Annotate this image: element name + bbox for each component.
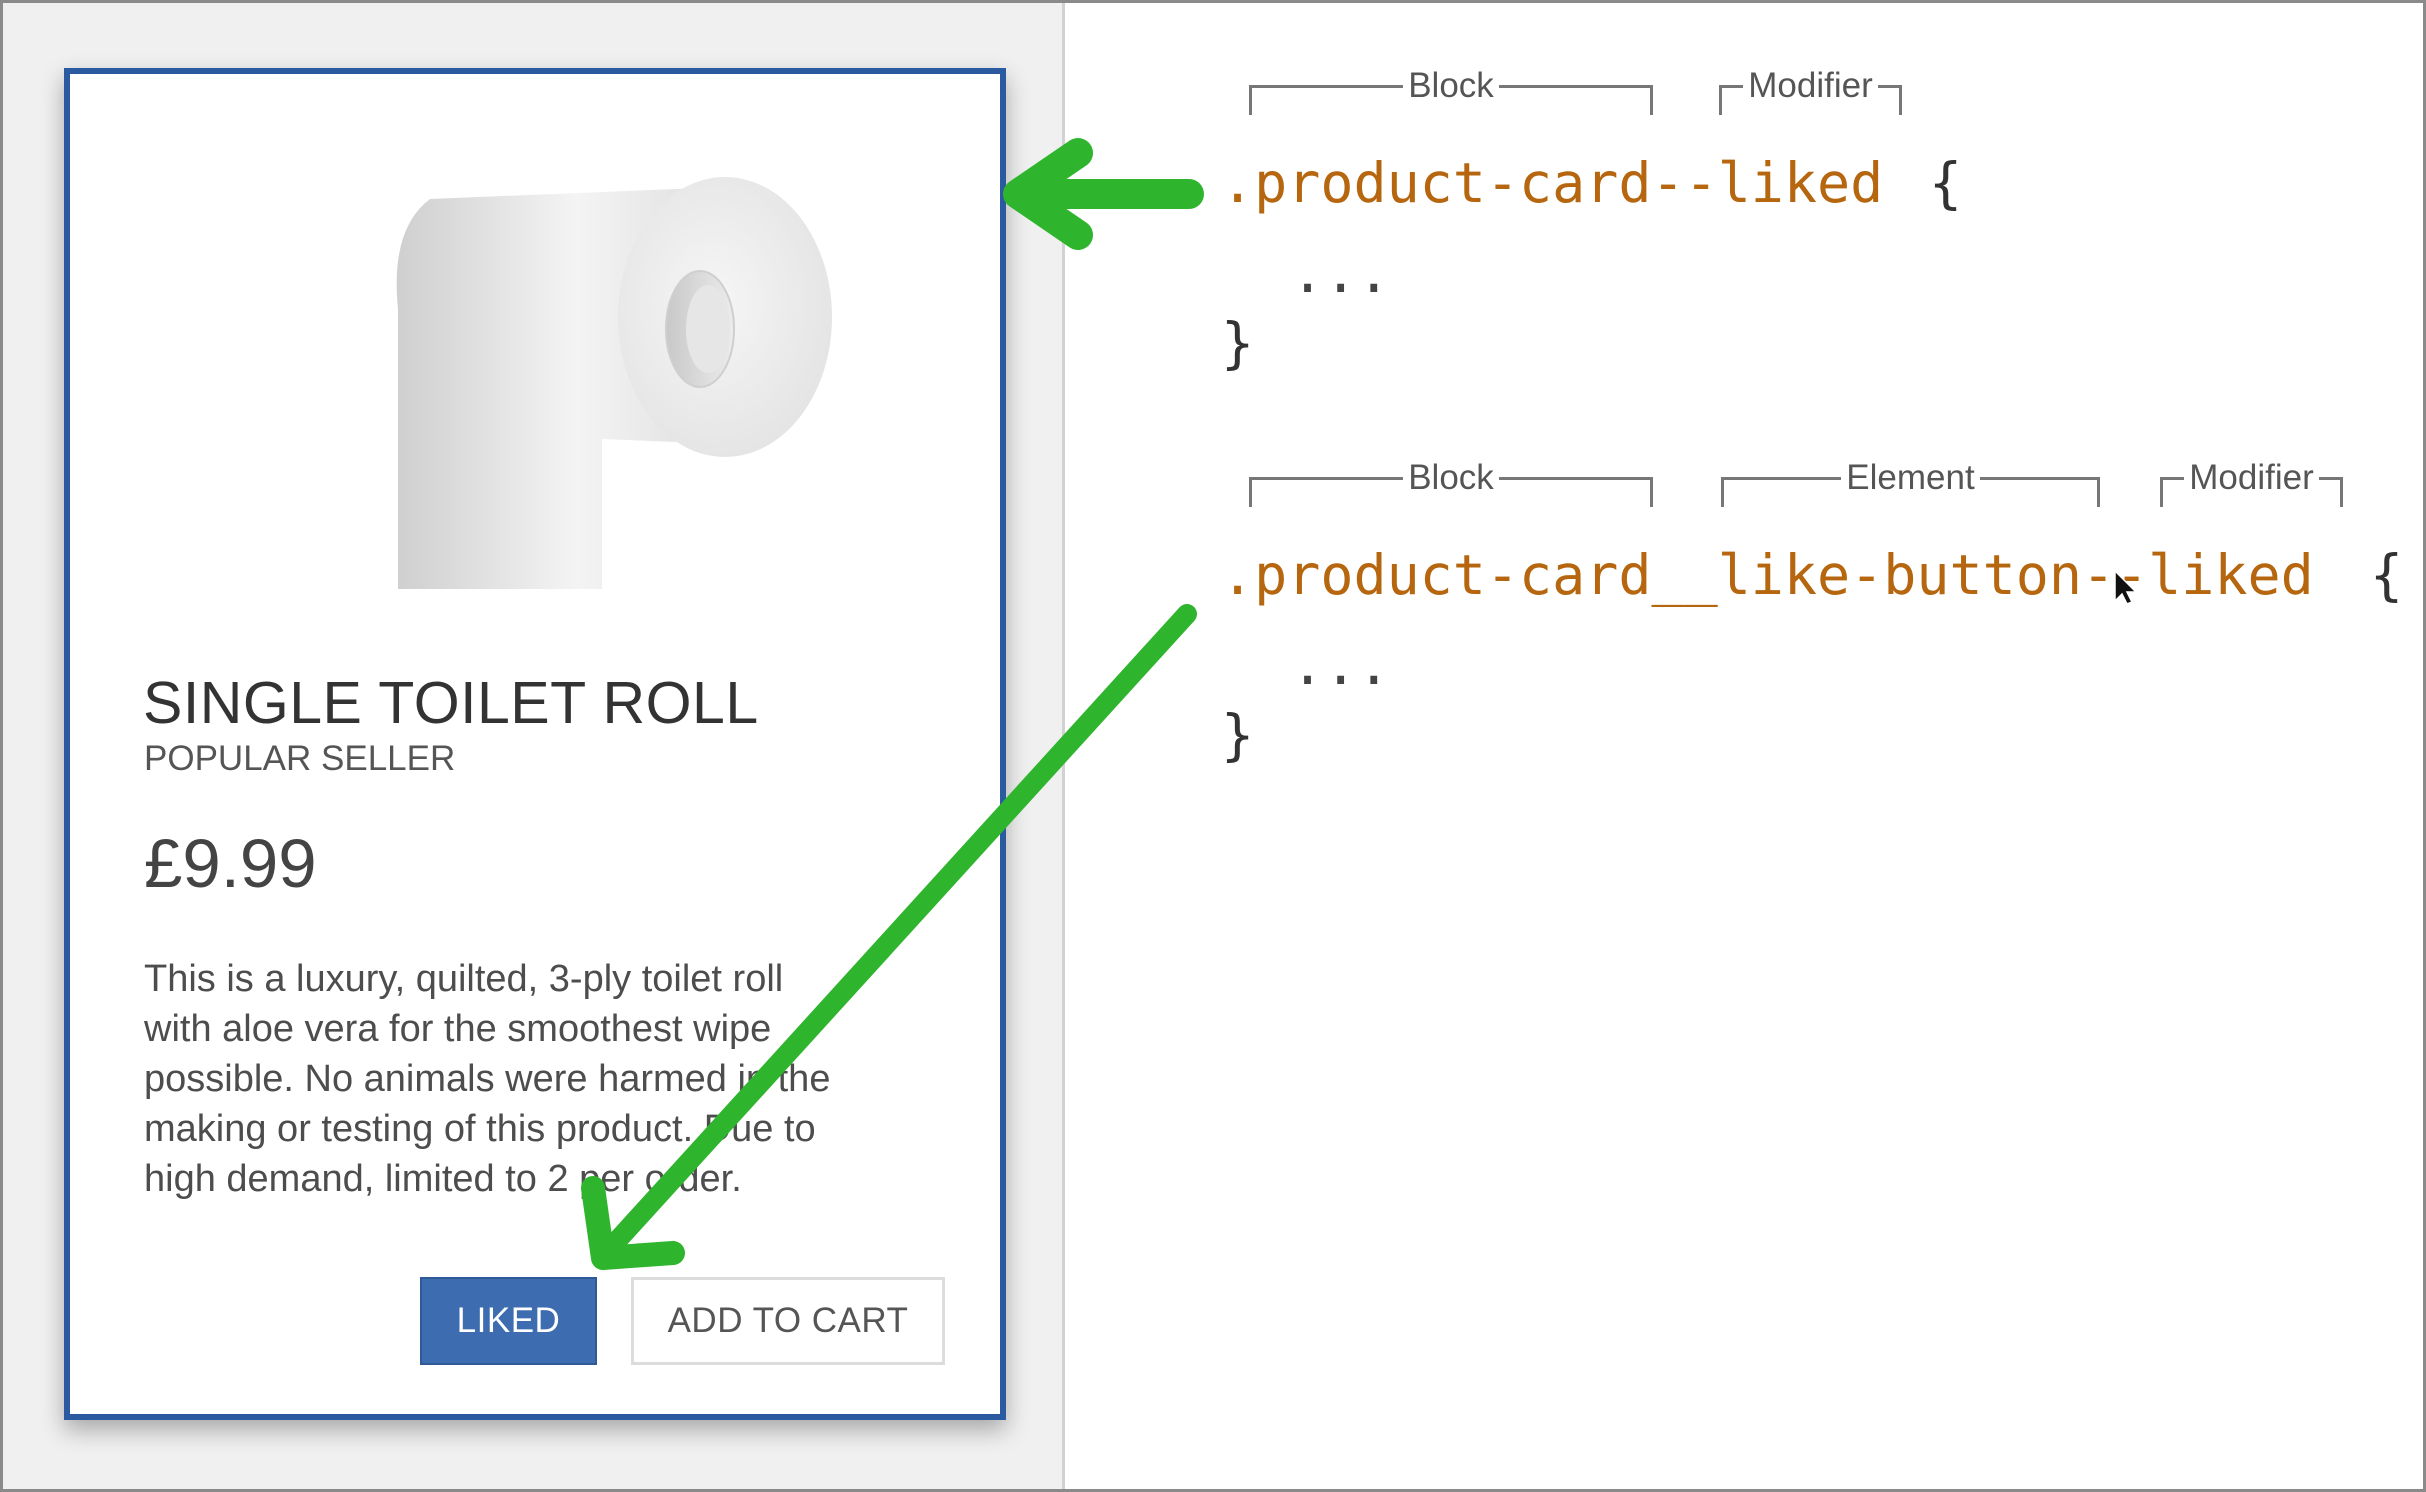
modifier-bracket: Modifier [1719,66,1902,115]
add-to-cart-button[interactable]: ADD TO CART [631,1277,945,1365]
bracket-label-element: Element [1841,458,1980,497]
code-open-brace: { [1929,151,1963,215]
product-card: SINGLE TOILET ROLL POPULAR SELLER £9.99 … [64,68,1006,1420]
block-bracket: Block [1249,66,1653,115]
modifier-bracket: Modifier [2160,458,2343,507]
code-selector-modifier: .product-card--liked [1221,151,1884,215]
code-body-ellipsis: ... [1291,633,1391,697]
slide-frame: SINGLE TOILET ROLL POPULAR SELLER £9.99 … [0,0,2426,1492]
bracket-label-modifier: Modifier [2184,458,2319,497]
code-open-brace: { [2370,543,2404,607]
code-close-brace: } [1221,703,1255,767]
toilet-roll-icon [396,177,832,589]
product-title: SINGLE TOILET ROLL [143,670,759,736]
code-selector-element-modifier: .product-card__like-button--liked [1221,543,2314,607]
bracket-label-block: Block [1403,458,1499,497]
bracket-label-block: Block [1403,66,1499,105]
product-subtitle: POPULAR SELLER [144,739,456,778]
product-description: This is a luxury, quilted, 3-ply toilet … [144,954,964,1204]
code-close-brace: } [1221,311,1255,375]
description-line: high demand, limited to 2 per order. [144,1158,742,1200]
code-body-ellipsis: ... [1291,241,1391,305]
description-line: This is a luxury, quilted, 3-ply toilet … [144,958,784,1000]
product-price: £9.99 [144,825,317,902]
description-line: making or testing of this product. Due t… [144,1108,816,1150]
like-button[interactable]: LIKED [420,1277,597,1365]
description-line: possible. No animals were harmed in the [144,1058,831,1100]
element-bracket: Element [1721,458,2100,507]
block-bracket: Block [1249,458,1653,507]
description-line: with aloe vera for the smoothest wipe [144,1008,772,1050]
bracket-label-modifier: Modifier [1743,66,1878,105]
preview-pane: SINGLE TOILET ROLL POPULAR SELLER £9.99 … [3,3,1065,1489]
